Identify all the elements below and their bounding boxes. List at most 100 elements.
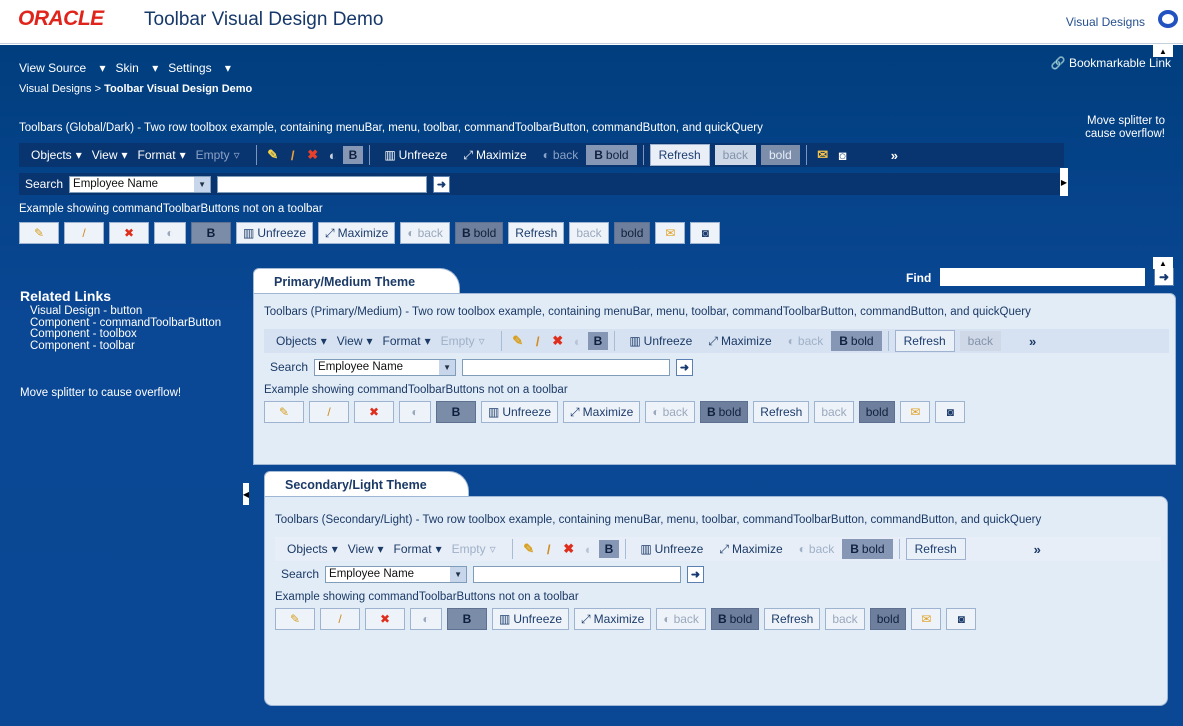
new-icon[interactable]: ✎: [19, 222, 59, 244]
tab-primary[interactable]: Primary/Medium Theme: [253, 268, 460, 294]
refresh-button[interactable]: Refresh: [905, 538, 966, 560]
overflow-icon[interactable]: »: [1034, 542, 1041, 557]
bold-button[interactable]: B bold: [454, 222, 504, 244]
view-menu[interactable]: View ▾: [337, 334, 373, 348]
bookmarkable-link[interactable]: 🔗 Bookmarkable Link: [1051, 56, 1171, 70]
search-field-select[interactable]: Employee Name ▼: [69, 175, 212, 193]
bold-button[interactable]: B bold: [842, 539, 893, 559]
new-icon[interactable]: ✎: [275, 608, 315, 630]
breadcrumb-parent[interactable]: Visual Designs: [19, 83, 92, 95]
refresh-button[interactable]: Refresh: [764, 608, 821, 630]
delete-icon[interactable]: ✖: [303, 145, 323, 165]
bold-toggle[interactable]: B: [436, 401, 476, 423]
new-icon[interactable]: ✎: [519, 539, 539, 559]
visual-designs-link[interactable]: Visual Designs: [1066, 15, 1145, 29]
related-link[interactable]: Component - toolbox: [20, 328, 245, 341]
refresh-button[interactable]: Refresh: [894, 330, 955, 352]
tab-secondary[interactable]: Secondary/Light Theme: [264, 471, 469, 497]
objects-menu[interactable]: Objects ▾: [276, 334, 327, 348]
delete-icon[interactable]: ✖: [109, 222, 149, 244]
format-menu[interactable]: Format ▾: [394, 542, 442, 556]
mail-icon[interactable]: ✉: [911, 608, 942, 630]
menu-view-source[interactable]: View Source ▾: [19, 61, 106, 75]
bold-command-button[interactable]: bold: [858, 401, 896, 423]
find-input[interactable]: [940, 268, 1145, 286]
scroll-up-icon[interactable]: ▲: [1153, 257, 1173, 269]
bold-command-button[interactable]: bold: [869, 608, 907, 630]
back-command-button[interactable]: back: [825, 608, 865, 630]
bold-button[interactable]: B bold: [699, 401, 749, 423]
bold-command-button[interactable]: bold: [761, 145, 800, 165]
mail-icon[interactable]: ✉: [813, 145, 833, 165]
maximize-button[interactable]: ⤢ Maximize: [563, 401, 641, 423]
search-field-select[interactable]: Employee Name ▼: [325, 565, 468, 583]
unfreeze-button[interactable]: ▥ Unfreeze: [376, 145, 455, 165]
unfreeze-button[interactable]: ▥ Unfreeze: [621, 331, 700, 351]
bold-toggle[interactable]: B: [598, 540, 620, 558]
related-link[interactable]: Visual Design - button: [20, 305, 245, 318]
bold-button[interactable]: B bold: [710, 608, 760, 630]
search-input[interactable]: [462, 358, 671, 376]
delete-icon[interactable]: ✖: [548, 331, 568, 351]
edit-icon[interactable]: /: [528, 331, 548, 351]
maximize-button[interactable]: ⤢ Maximize: [700, 331, 779, 352]
delete-icon[interactable]: ✖: [559, 539, 579, 559]
back-command-button[interactable]: back: [714, 145, 756, 165]
edit-icon[interactable]: /: [309, 401, 349, 423]
view-menu[interactable]: View ▾: [92, 148, 128, 162]
search-input[interactable]: [473, 565, 682, 583]
refresh-button[interactable]: Refresh: [753, 401, 810, 423]
refresh-button[interactable]: Refresh: [508, 222, 565, 244]
new-icon[interactable]: ✎: [508, 331, 528, 351]
menu-settings[interactable]: Settings ▾: [168, 61, 231, 75]
splitter-handle[interactable]: ▶: [1060, 168, 1068, 196]
maximize-button[interactable]: ⤢ Maximize: [455, 145, 534, 166]
delete-icon[interactable]: ✖: [365, 608, 405, 630]
maximize-button[interactable]: ⤢ Maximize: [574, 608, 652, 630]
bold-toggle[interactable]: B: [447, 608, 487, 630]
edit-icon[interactable]: /: [64, 222, 104, 244]
camera-icon[interactable]: ◙: [935, 401, 966, 423]
back-command-button[interactable]: back: [814, 401, 854, 423]
unfreeze-button[interactable]: ▥ Unfreeze: [492, 608, 570, 630]
edit-icon[interactable]: /: [320, 608, 360, 630]
camera-icon[interactable]: ◙: [833, 145, 853, 165]
format-menu[interactable]: Format ▾: [138, 148, 186, 162]
mail-icon[interactable]: ✉: [900, 401, 931, 423]
splitter-collapse-icon[interactable]: ◀: [243, 483, 249, 505]
mail-icon[interactable]: ✉: [655, 222, 686, 244]
maximize-button[interactable]: ⤢ Maximize: [318, 222, 396, 244]
find-go-button[interactable]: ➜: [1154, 268, 1174, 286]
maximize-button[interactable]: ⤢ Maximize: [711, 539, 790, 560]
search-go-button[interactable]: ➜: [687, 565, 705, 583]
search-field-select[interactable]: Employee Name ▼: [314, 358, 457, 376]
back-command-button[interactable]: back: [569, 222, 609, 244]
camera-icon[interactable]: ◙: [946, 608, 977, 630]
unfreeze-button[interactable]: ▥ Unfreeze: [632, 539, 711, 559]
related-link[interactable]: Component - toolbar: [20, 340, 245, 353]
bold-toggle[interactable]: B: [342, 146, 364, 164]
format-menu[interactable]: Format ▾: [383, 334, 431, 348]
refresh-button[interactable]: Refresh: [649, 144, 710, 166]
unfreeze-button[interactable]: ▥ Unfreeze: [481, 401, 559, 423]
overflow-icon[interactable]: »: [1029, 334, 1036, 349]
delete-icon[interactable]: ✖: [354, 401, 394, 423]
edit-icon[interactable]: /: [283, 145, 303, 165]
search-go-button[interactable]: ➜: [676, 358, 694, 376]
new-icon[interactable]: ✎: [264, 401, 304, 423]
overflow-icon[interactable]: »: [891, 148, 898, 163]
bold-toggle[interactable]: B: [587, 332, 609, 350]
search-go-button[interactable]: ➜: [433, 175, 451, 193]
bold-button[interactable]: B bold: [586, 145, 637, 165]
edit-icon[interactable]: /: [539, 539, 559, 559]
bold-button[interactable]: B bold: [831, 331, 882, 351]
menu-skin[interactable]: Skin ▾: [116, 61, 159, 75]
bold-command-button[interactable]: bold: [613, 222, 651, 244]
search-input[interactable]: [217, 175, 428, 193]
unfreeze-button[interactable]: ▥ Unfreeze: [236, 222, 314, 244]
back-command-button[interactable]: back: [959, 331, 1001, 351]
objects-menu[interactable]: Objects ▾: [31, 148, 82, 162]
bold-toggle[interactable]: B: [191, 222, 231, 244]
camera-icon[interactable]: ◙: [690, 222, 721, 244]
view-menu[interactable]: View ▾: [348, 542, 384, 556]
